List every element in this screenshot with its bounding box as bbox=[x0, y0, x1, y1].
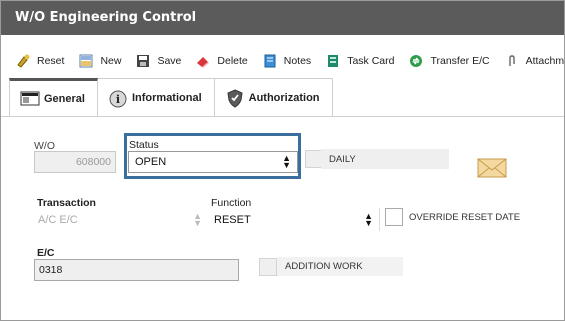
save-button[interactable]: Save bbox=[135, 53, 181, 69]
function-value: RESET bbox=[214, 213, 251, 226]
new-label: New bbox=[100, 55, 122, 67]
override-reset-date-checkbox[interactable] bbox=[385, 208, 403, 226]
wo-field[interactable]: 608000 bbox=[34, 151, 116, 173]
tab-informational[interactable]: i Informational bbox=[97, 78, 215, 116]
reset-icon bbox=[15, 53, 31, 69]
select-arrows-icon: ▲ ▼ bbox=[282, 153, 291, 170]
status-value: OPEN bbox=[135, 156, 167, 168]
new-button[interactable]: New bbox=[78, 53, 121, 69]
addition-work-label: ADDITION WORK bbox=[277, 257, 403, 276]
reset-label: Reset bbox=[37, 55, 65, 67]
task-card-label: Task Card bbox=[347, 55, 395, 67]
svg-text:i: i bbox=[116, 93, 120, 106]
function-select[interactable]: RESET ▲ ▼ bbox=[210, 208, 380, 231]
attachment-icon bbox=[504, 53, 520, 69]
reset-button[interactable]: Reset bbox=[15, 53, 64, 69]
tab-authorization[interactable]: Authorization bbox=[214, 78, 333, 116]
attachment-button[interactable]: Attachme bbox=[504, 53, 564, 69]
ec-label: E/C bbox=[37, 247, 55, 259]
tab-authorization-label: Authorization bbox=[248, 91, 320, 104]
notes-icon bbox=[262, 53, 278, 69]
attachment-label: Attachme bbox=[525, 55, 564, 67]
transaction-label: Transaction bbox=[37, 197, 96, 209]
status-label: Status bbox=[129, 139, 159, 151]
ec-field[interactable]: 0318 bbox=[34, 259, 239, 281]
tab-general[interactable]: General bbox=[9, 78, 98, 116]
engineering-control-window: W/O Engineering Control Reset New Save D… bbox=[0, 0, 565, 321]
shield-icon bbox=[225, 88, 245, 108]
transfer-ec-button[interactable]: Transfer E/C bbox=[408, 53, 490, 69]
envelope-icon[interactable] bbox=[477, 157, 507, 179]
transfer-ec-label: Transfer E/C bbox=[430, 55, 490, 67]
daily-label: DAILY bbox=[321, 149, 449, 169]
delete-label: Delete bbox=[217, 55, 248, 67]
toolbar: Reset New Save Delete Notes Task Card Tr… bbox=[1, 46, 564, 76]
addition-work-checkbox[interactable] bbox=[259, 258, 277, 276]
tab-bar: General i Informational Authorization bbox=[9, 78, 333, 116]
tab-divider bbox=[1, 116, 564, 117]
window-title: W/O Engineering Control bbox=[1, 1, 564, 35]
save-icon bbox=[135, 53, 151, 69]
task-card-button[interactable]: Task Card bbox=[325, 53, 394, 69]
task-card-icon bbox=[325, 53, 341, 69]
function-arrows-icon: ▲ ▼ bbox=[364, 210, 373, 228]
notes-button[interactable]: Notes bbox=[262, 53, 311, 69]
tab-informational-label: Informational bbox=[131, 91, 202, 104]
transaction-value: A/C E/C bbox=[38, 214, 78, 226]
save-label: Save bbox=[157, 55, 182, 67]
monitor-icon bbox=[20, 89, 40, 109]
tab-general-label: General bbox=[44, 92, 85, 105]
new-icon bbox=[78, 53, 94, 69]
notes-label: Notes bbox=[283, 55, 312, 67]
transaction-arrows-icon: ▲ ▼ bbox=[193, 211, 202, 228]
transaction-select[interactable]: A/C E/C ▲ ▼ bbox=[34, 209, 204, 231]
info-icon: i bbox=[108, 88, 128, 108]
delete-button[interactable]: Delete bbox=[195, 53, 248, 69]
override-reset-date-label: OVERRIDE RESET DATE bbox=[409, 212, 521, 223]
transfer-icon bbox=[408, 53, 424, 69]
status-select[interactable]: OPEN ▲ ▼ bbox=[128, 151, 298, 173]
delete-icon bbox=[195, 53, 211, 69]
